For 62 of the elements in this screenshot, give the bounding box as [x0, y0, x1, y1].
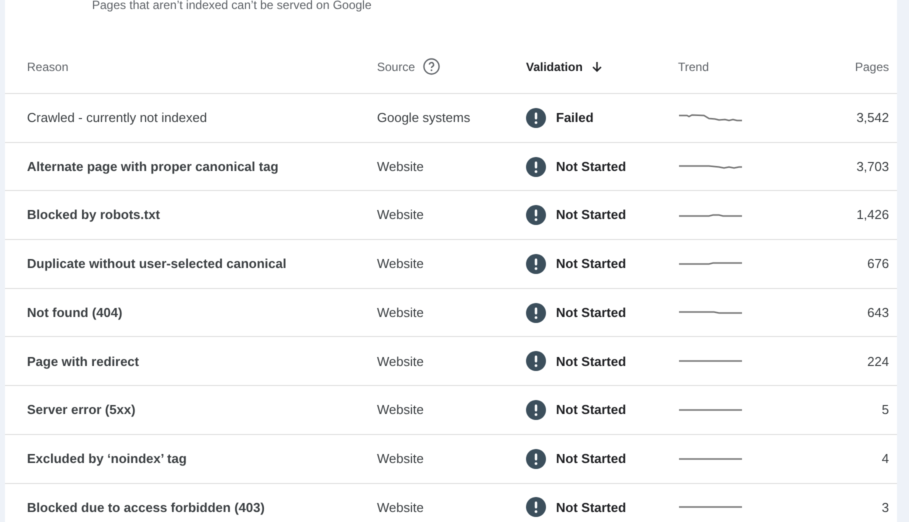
source-cell: Website	[377, 207, 424, 222]
trend-sparkline	[678, 214, 743, 217]
column-header[interactable]: Pages	[854, 58, 889, 76]
reason-cell: Excluded by ‘noindex’ tag	[27, 450, 187, 466]
exclamation-icon	[526, 448, 546, 469]
source-cell: Website	[377, 354, 424, 369]
column-header[interactable]: Source	[377, 58, 416, 76]
source-cell: Google systems	[377, 110, 470, 126]
pages-count: 676	[867, 256, 889, 272]
pages-count: 1,426	[856, 207, 889, 222]
pages-count: 3,703	[856, 158, 889, 174]
exclamation-icon	[526, 497, 546, 518]
validation-status: Not Started	[556, 498, 626, 517]
exclamation-icon	[526, 254, 546, 274]
validation-status: Not Started	[556, 401, 626, 420]
source-cell: Website	[377, 402, 424, 418]
trend-sparkline	[678, 164, 743, 169]
card-subtitle: Pages that aren’t indexed can’t be served on Google	[92, 0, 372, 12]
trend-sparkline	[678, 311, 743, 314]
trend-sparkline	[678, 360, 743, 362]
reason-cell: Server error (5xx)	[27, 402, 136, 418]
reason-cell: Crawled - currently not indexed	[27, 110, 207, 126]
column-header[interactable]: Trend	[678, 58, 709, 76]
reason-cell: Blocked by robots.txt	[27, 207, 160, 222]
reason-cell: Blocked due to access forbidden (403)	[27, 500, 265, 515]
exclamation-icon	[526, 351, 546, 372]
reason-cell: Page with redirect	[27, 354, 139, 369]
validation-status: Not Started	[556, 158, 626, 176]
exclamation-icon	[526, 302, 546, 323]
trend-sparkline	[678, 262, 743, 266]
pages-count: 224	[867, 354, 889, 369]
column-header[interactable]: Validation	[526, 58, 583, 76]
validation-status: Not Started	[556, 206, 626, 224]
trend-sparkline	[678, 506, 743, 508]
validation-status: Failed	[556, 109, 594, 128]
pages-count: 5	[882, 402, 889, 418]
trend-sparkline	[678, 408, 743, 411]
sort-arrow-icon[interactable]	[590, 60, 603, 72]
pages-count: 4	[882, 450, 889, 466]
trend-sparkline	[678, 114, 743, 122]
reason-cell: Not found (404)	[27, 304, 122, 320]
validation-status: Not Started	[556, 255, 626, 274]
pages-count: 643	[867, 304, 889, 320]
exclamation-icon	[526, 156, 546, 177]
source-cell: Website	[377, 158, 424, 174]
help-icon[interactable]	[423, 58, 440, 75]
reason-cell: Duplicate without user-selected canonical	[27, 256, 286, 272]
reason-cell: Alternate page with proper canonical tag	[27, 158, 278, 174]
validation-status: Not Started	[556, 450, 626, 468]
validation-status: Not Started	[556, 352, 626, 371]
pages-count: 3	[882, 500, 889, 515]
source-cell: Website	[377, 304, 424, 320]
exclamation-icon	[526, 205, 546, 226]
exclamation-icon	[526, 400, 546, 420]
source-cell: Website	[377, 450, 424, 466]
exclamation-icon	[526, 108, 546, 128]
column-header[interactable]: Reason	[27, 58, 68, 76]
validation-status: Not Started	[556, 304, 626, 322]
source-cell: Website	[377, 256, 424, 272]
source-cell: Website	[377, 500, 424, 515]
trend-sparkline	[678, 458, 743, 460]
pages-count: 3,542	[856, 110, 889, 126]
